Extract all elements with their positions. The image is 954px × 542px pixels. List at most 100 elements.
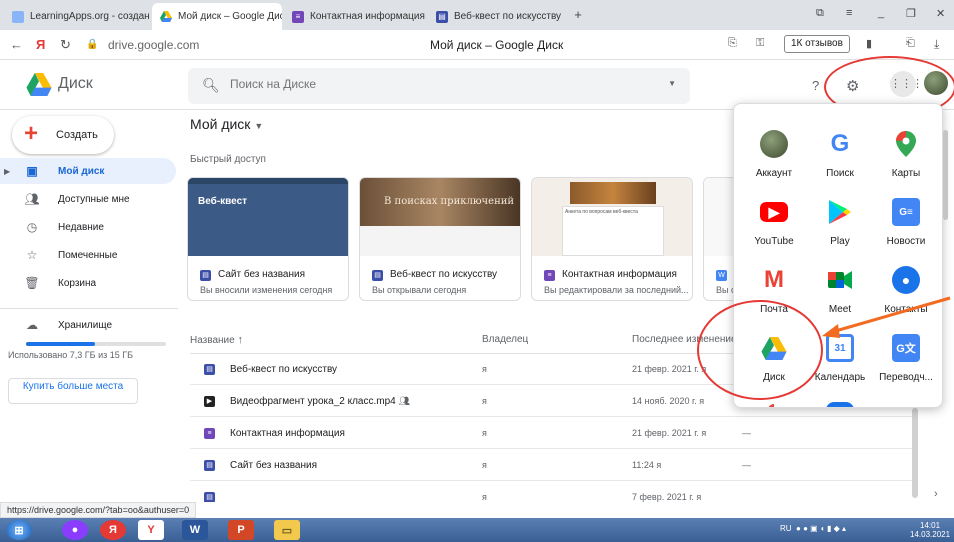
sidebar-item-label: Помеченные <box>58 249 118 261</box>
tab-webquest[interactable]: ▤ Веб-квест по искусству <box>428 3 564 30</box>
forms-icon: ≡ <box>292 10 304 23</box>
sidebar-item-storage[interactable]: ☁ Хранилище <box>0 312 176 338</box>
sidebar-item-my-drive[interactable]: ▶ ▣ Мой диск <box>0 158 176 184</box>
tab-contact-info[interactable]: ≡ Контактная информация <box>284 3 426 30</box>
minimize-icon[interactable]: _ <box>878 7 884 19</box>
app-label: Аккаунт <box>755 168 793 179</box>
logo-text[interactable]: Диск <box>58 75 93 93</box>
translate-page-icon[interactable]: ⎘ <box>728 37 737 50</box>
app-label: Переводч... <box>879 372 933 383</box>
powerpoint-icon[interactable]: P <box>228 520 254 540</box>
reload-icon[interactable]: ↻ <box>60 37 71 53</box>
file-date: 14 нояб. 2020 г. я <box>632 396 705 406</box>
table-row[interactable]: ▤ я 7 февр. 2021 г. я <box>190 482 918 502</box>
annotation-ellipse-drive <box>697 300 823 400</box>
card-thumbnail: Веб-квест <box>188 178 348 256</box>
chevron-right-icon[interactable]: › <box>934 488 938 500</box>
yandex-icon[interactable]: Y <box>138 520 164 540</box>
app-duo[interactable]: ■ <box>808 390 872 407</box>
alice-icon[interactable]: ● <box>62 520 88 540</box>
yandex-browser-icon[interactable]: Я <box>100 520 126 540</box>
file-owner: я <box>482 396 487 406</box>
new-button[interactable]: + Создать <box>12 116 114 154</box>
shared-icon: 👥︎ <box>398 396 410 406</box>
app-label: Календарь <box>814 372 866 383</box>
tab-my-drive[interactable]: Мой диск – Google Дис ✕ <box>152 3 282 30</box>
scrollbar[interactable] <box>912 408 918 498</box>
sidebar-item-trash[interactable]: 🗑︎ Корзина <box>0 270 176 296</box>
search-box[interactable]: 🔍︎ ▼ <box>188 68 690 104</box>
search-input[interactable] <box>230 77 630 91</box>
language-indicator[interactable]: RU <box>780 524 792 533</box>
system-tray[interactable]: RU ● ● ▣ ◖ ▮ ◆ ▴ <box>780 524 846 533</box>
caret-right-icon[interactable]: ▶ <box>4 167 10 176</box>
app-play[interactable]: Play <box>808 186 872 254</box>
share-icon[interactable]: ⎗ <box>906 37 915 50</box>
column-header-name[interactable]: Название ↑ <box>190 334 243 346</box>
page-heading[interactable]: Мой диск ▼ <box>190 116 263 132</box>
collections-icon[interactable]: ⧉ <box>816 7 824 20</box>
page-heading-text: Мой диск <box>190 116 251 132</box>
folder-icon[interactable]: ▭ <box>274 520 300 540</box>
card-subtitle: Вы вносили изменения сегодня <box>200 285 333 295</box>
quick-access-card[interactable]: Анкета по вопросам веб-квеста ≡ Контактн… <box>531 177 693 301</box>
drive-logo-icon[interactable] <box>26 73 52 99</box>
close-window-icon[interactable]: ✕ <box>936 7 945 20</box>
app-search[interactable]: G Поиск <box>808 118 872 186</box>
search-icon[interactable]: 🔍︎ <box>202 77 220 94</box>
quick-access-card[interactable]: В поисках приключений ▤ Веб-квест по иск… <box>359 177 521 301</box>
browser-tab-strip: LearningApps.org - создан Мой диск – Goo… <box>0 0 954 30</box>
table-row[interactable]: ▤ Сайт без названия я 11:24 я — <box>190 450 918 481</box>
sidebar-item-label: Доступные мне <box>58 193 130 205</box>
word-icon[interactable]: W <box>182 520 208 540</box>
clock-icon: ◷ <box>26 220 38 234</box>
restore-icon[interactable]: ❐ <box>906 7 916 20</box>
bookmark-icon[interactable]: ▮ <box>866 37 872 50</box>
back-icon[interactable]: ← <box>10 37 23 52</box>
sidebar-item-label: Мой диск <box>58 165 105 177</box>
help-icon[interactable]: ? <box>812 78 819 93</box>
file-owner: я <box>482 460 487 470</box>
app-maps[interactable]: Карты <box>874 118 938 186</box>
file-size: — <box>742 460 751 470</box>
reviews-button[interactable]: 1К отзывов <box>784 35 850 53</box>
yandex-icon[interactable]: Я <box>36 37 45 52</box>
clock[interactable]: 14:01 14.03.2021 <box>910 521 950 539</box>
app-label: YouTube <box>754 236 794 247</box>
storage-progress-fill <box>26 342 95 346</box>
sidebar-item-recent[interactable]: ◷ Недавние <box>0 214 176 240</box>
sidebar: + Создать ▶ ▣ Мой диск 👥︎ Доступные мне … <box>0 110 178 502</box>
status-url: https://drive.google.com/?tab=oo&authuse… <box>0 502 197 518</box>
sidebar-item-starred[interactable]: ☆ Помеченные <box>0 242 176 268</box>
plus-icon: + <box>24 120 39 147</box>
app-label: Play <box>830 236 850 247</box>
buy-storage-button[interactable]: Купить больше места <box>8 378 138 404</box>
file-date: 7 февр. 2021 г. я <box>632 492 702 502</box>
gmail-icon: M <box>764 266 784 293</box>
menu-icon[interactable]: ≡ <box>846 7 852 19</box>
chevron-down-icon[interactable]: ▼ <box>668 79 676 88</box>
app-youtube[interactable]: ▶ YouTube <box>742 186 806 254</box>
column-header-owner[interactable]: Владелец <box>482 334 528 345</box>
download-icon[interactable]: ⤓ <box>934 37 939 52</box>
table-row[interactable]: ≡ Контактная информация я 21 февр. 2021 … <box>190 418 918 449</box>
youtube-icon: ▶ <box>760 202 788 222</box>
arrow-up-icon: ↑ <box>237 334 243 346</box>
new-tab-button[interactable]: + <box>570 7 586 23</box>
apps-scrollbar[interactable] <box>943 130 948 220</box>
sidebar-item-shared[interactable]: 👥︎ Доступные мне <box>0 186 176 212</box>
extension-icon[interactable]: ⚿ <box>756 37 764 50</box>
url-text[interactable]: drive.google.com <box>108 38 199 52</box>
duo-icon: ■ <box>826 402 854 407</box>
app-account[interactable]: Аккаунт <box>742 118 806 186</box>
trash-icon: 🗑︎ <box>24 276 40 290</box>
quick-access-card[interactable]: Веб-квест ▤ Сайт без названия Вы вносили… <box>187 177 349 301</box>
windows-start-icon[interactable]: ⊞ <box>6 520 32 540</box>
app-news[interactable]: G≡ Новости <box>874 186 938 254</box>
thumbnail-text: В поисках приключений <box>384 196 515 207</box>
tab-label: Контактная информация <box>310 11 425 22</box>
tab-learningapps[interactable]: LearningApps.org - создан <box>4 3 152 30</box>
card-thumbnail: В поисках приключений <box>360 178 520 256</box>
file-name: Веб-квест по искусству <box>230 364 338 375</box>
sites-icon: ▤ <box>204 364 215 375</box>
